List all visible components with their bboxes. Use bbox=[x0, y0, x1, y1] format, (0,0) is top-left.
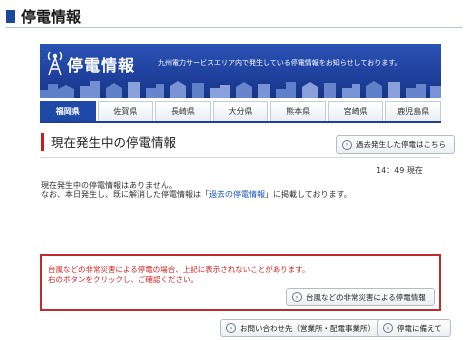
past-outages-link[interactable]: 過去の停電情報 bbox=[209, 190, 265, 199]
chevron-right-icon: › bbox=[342, 139, 352, 150]
disaster-outage-button[interactable]: › 台風などの非常災害による停電情報 bbox=[286, 288, 435, 306]
chevron-right-icon: › bbox=[383, 323, 393, 333]
outage-preparation-label: 停電に備えて bbox=[397, 323, 442, 333]
page-header: 停電情報 bbox=[6, 6, 81, 27]
past-outages-button[interactable]: › 過去発生した停電はこちら bbox=[336, 135, 455, 154]
note-text-before: なお、本日発生し、既に解消した停電情報は「 bbox=[41, 190, 209, 199]
banner-title: 停電情報 bbox=[67, 56, 136, 75]
townscape-illustration bbox=[40, 81, 441, 98]
contact-label: お問い合わせ先（営業所・配電事業所） bbox=[240, 323, 375, 333]
prefecture-tabs: 福岡県 佐賀県 長崎県 大分県 熊本県 宮崎県 鹿児島県 bbox=[40, 101, 442, 123]
page-title: 停電情報 bbox=[21, 8, 82, 26]
section-divider bbox=[40, 157, 441, 158]
section-header: 現在発生中の停電情報 bbox=[41, 132, 176, 151]
alert-line-2: 右のボタンをクリックし、ご確認ください。 bbox=[48, 275, 198, 284]
tab-saga[interactable]: 佐賀県 bbox=[97, 101, 154, 121]
section-accent-bar bbox=[41, 132, 44, 151]
tab-kagoshima[interactable]: 鹿児島県 bbox=[385, 101, 442, 121]
header-divider bbox=[6, 27, 462, 28]
tab-kumamoto[interactable]: 熊本県 bbox=[270, 101, 326, 121]
disaster-outage-label: 台風などの非常災害による停電情報 bbox=[306, 292, 426, 302]
tab-fukuoka[interactable]: 福岡県 bbox=[40, 101, 96, 121]
contact-button[interactable]: › お問い合わせ先（営業所・配電事業所） bbox=[220, 319, 384, 337]
resolved-outage-note: なお、本日発生し、既に解消した停電情報は「過去の停電情報」に掲載しております。 bbox=[41, 189, 352, 200]
outage-preparation-button[interactable]: › 停電に備えて bbox=[377, 319, 451, 337]
section-title: 現在発生中の停電情報 bbox=[51, 135, 177, 150]
tab-oita[interactable]: 大分県 bbox=[212, 101, 269, 121]
disaster-alert-box: 台風などの非常災害による停電の場合、上記に表示されないことがあります。 右のボタ… bbox=[40, 254, 441, 311]
banner-subtitle: 九州電力サービスエリア内で発生している停電情報をお知らせしております。 bbox=[158, 59, 402, 67]
outage-banner: 停電情報 九州電力サービスエリア内で発生している停電情報をお知らせしております。 bbox=[40, 44, 441, 98]
header-marker bbox=[6, 10, 15, 23]
chevron-right-icon: › bbox=[226, 323, 236, 333]
tab-nagasaki[interactable]: 長崎県 bbox=[155, 101, 211, 121]
tab-miyazaki[interactable]: 宮崎県 bbox=[327, 101, 384, 121]
note-text-after: 」に掲載しております。 bbox=[265, 190, 352, 199]
chevron-right-icon: › bbox=[292, 292, 302, 302]
antenna-icon bbox=[47, 51, 63, 76]
current-time: 14：49 現在 bbox=[376, 166, 423, 175]
past-outages-label: 過去発生した停電はこちら bbox=[356, 140, 446, 149]
